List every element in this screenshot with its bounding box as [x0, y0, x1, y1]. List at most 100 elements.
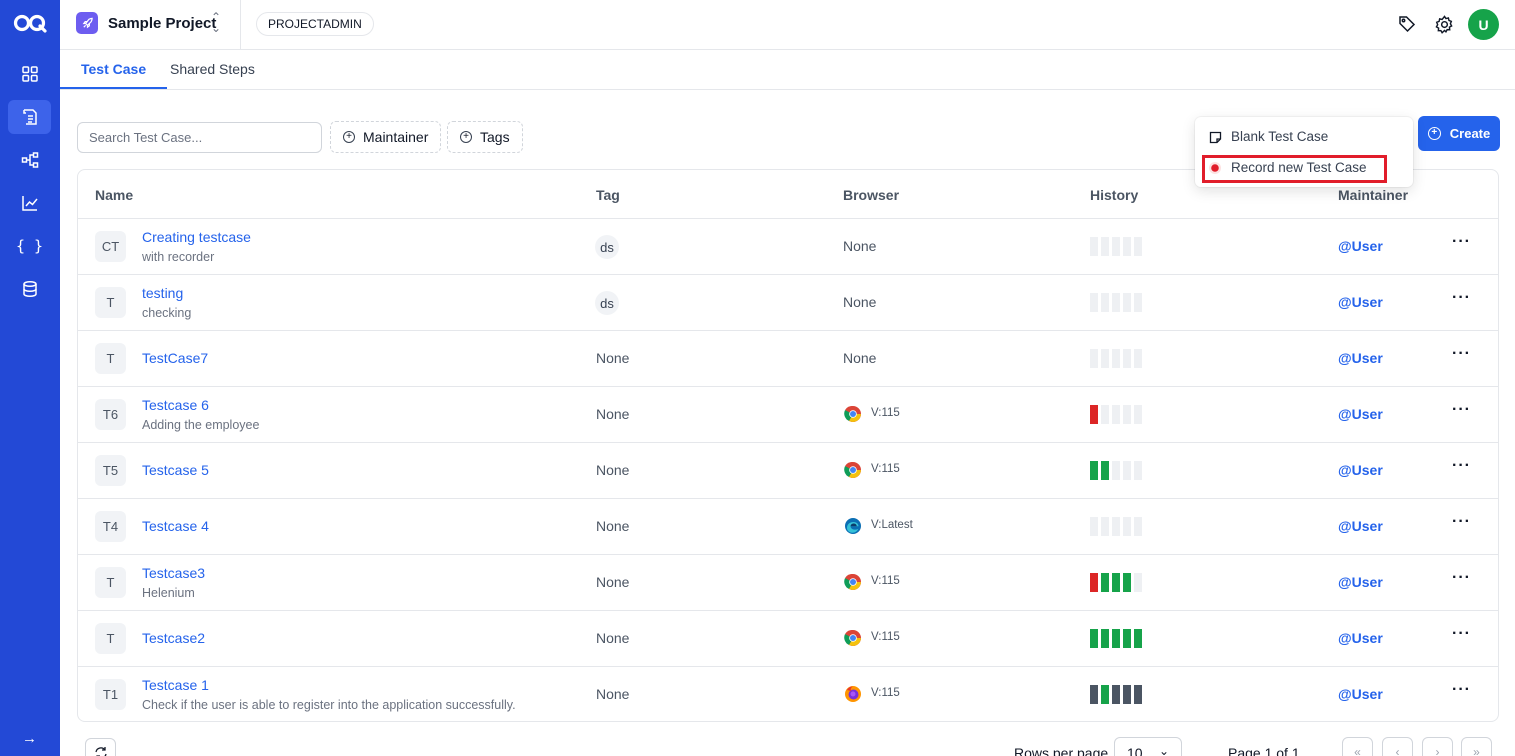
test-case-name-link[interactable]: Creating testcase — [142, 229, 251, 245]
more-options-icon[interactable]: ··· — [1452, 569, 1471, 587]
test-case-name-link[interactable]: Testcase 4 — [142, 518, 209, 534]
project-selector[interactable]: Sample Project — [108, 15, 216, 32]
more-options-icon[interactable]: ··· — [1452, 289, 1471, 307]
history-bar-empty[interactable] — [1090, 293, 1098, 312]
settings-gear-icon[interactable] — [1433, 13, 1455, 35]
more-options-icon[interactable]: ··· — [1452, 457, 1471, 475]
history-bar-empty[interactable] — [1123, 237, 1131, 256]
history-bar-pass[interactable] — [1101, 685, 1109, 704]
maintainer-link[interactable]: @User — [1338, 630, 1383, 646]
history-bar-empty[interactable] — [1112, 237, 1120, 256]
tags-filter-button[interactable]: + Tags — [447, 121, 523, 153]
last-page-button[interactable]: » — [1461, 737, 1492, 756]
create-button[interactable]: + Create — [1418, 116, 1500, 151]
test-case-name-link[interactable]: Testcase 6 — [142, 397, 209, 413]
sidebar-item-reports[interactable] — [8, 186, 51, 220]
history-bar-dark[interactable] — [1123, 685, 1131, 704]
history-bar-dark[interactable] — [1090, 685, 1098, 704]
history-bar-pass[interactable] — [1123, 573, 1131, 592]
tag-chip[interactable]: ds — [595, 235, 619, 259]
more-options-icon[interactable]: ··· — [1452, 625, 1471, 643]
more-options-icon[interactable]: ··· — [1452, 233, 1471, 251]
test-case-name-link[interactable]: TestCase7 — [142, 350, 208, 366]
previous-page-button[interactable]: ‹ — [1382, 737, 1413, 756]
history-bar-empty[interactable] — [1134, 293, 1142, 312]
sidebar-item-variables[interactable]: { } — [8, 229, 51, 263]
history-bar-pass[interactable] — [1123, 629, 1131, 648]
run-history[interactable] — [1090, 629, 1142, 648]
column-header-maintainer[interactable]: Maintainer — [1338, 187, 1408, 203]
history-bar-pass[interactable] — [1101, 461, 1109, 480]
history-bar-empty[interactable] — [1123, 293, 1131, 312]
tag-icon[interactable] — [1396, 13, 1418, 35]
table-row[interactable]: T1 Testcase 1 Check if the user is able to… — [78, 666, 1498, 722]
run-history[interactable] — [1090, 237, 1142, 256]
chevron-up-down-icon[interactable]: ⌃ ⌄ — [210, 11, 222, 34]
history-bar-empty[interactable] — [1134, 237, 1142, 256]
maintainer-link[interactable]: @User — [1338, 574, 1383, 590]
sidebar-expand-button[interactable]: → — [8, 721, 51, 755]
more-options-icon[interactable]: ··· — [1452, 345, 1471, 363]
more-options-icon[interactable]: ··· — [1452, 401, 1471, 419]
run-history[interactable] — [1090, 573, 1142, 592]
test-case-name-link[interactable]: Testcase 5 — [142, 462, 209, 478]
maintainer-link[interactable]: @User — [1338, 406, 1383, 422]
maintainer-link[interactable]: @User — [1338, 518, 1383, 534]
maintainer-link[interactable]: @User — [1338, 350, 1383, 366]
history-bar-pass[interactable] — [1112, 629, 1120, 648]
history-bar-empty[interactable] — [1112, 349, 1120, 368]
table-row[interactable]: T Testcase3 Helenium None V:115 @User ··· — [78, 554, 1498, 610]
sidebar-item-test-cases[interactable] — [8, 100, 51, 134]
history-bar-empty[interactable] — [1090, 349, 1098, 368]
column-header-history[interactable]: History — [1090, 187, 1138, 203]
maintainer-link[interactable]: @User — [1338, 238, 1383, 254]
search-input[interactable] — [77, 122, 322, 153]
refresh-button[interactable] — [85, 738, 116, 756]
history-bar-empty[interactable] — [1112, 405, 1120, 424]
history-bar-dark[interactable] — [1134, 685, 1142, 704]
history-bar-pass[interactable] — [1101, 629, 1109, 648]
maintainer-link[interactable]: @User — [1338, 686, 1383, 702]
history-bar-empty[interactable] — [1090, 517, 1098, 536]
history-bar-empty[interactable] — [1090, 237, 1098, 256]
run-history[interactable] — [1090, 517, 1142, 536]
history-bar-pass[interactable] — [1101, 573, 1109, 592]
test-case-name-link[interactable]: Testcase 1 — [142, 677, 209, 693]
test-case-name-link[interactable]: testing — [142, 285, 183, 301]
table-row[interactable]: T Testcase2 None V:115 @User ··· — [78, 610, 1498, 666]
table-row[interactable]: Ttesting checking ds None @User ··· — [78, 274, 1498, 330]
history-bar-empty[interactable] — [1112, 461, 1120, 480]
history-bar-empty[interactable] — [1123, 517, 1131, 536]
history-bar-pass[interactable] — [1134, 629, 1142, 648]
next-page-button[interactable]: › — [1422, 737, 1453, 756]
app-logo[interactable] — [10, 8, 50, 38]
history-bar-fail[interactable] — [1090, 405, 1098, 424]
test-case-name-link[interactable]: Testcase2 — [142, 630, 205, 646]
tag-chip[interactable]: ds — [595, 291, 619, 315]
table-row[interactable]: T5 Testcase 5 None V:115 @User ··· — [78, 442, 1498, 498]
table-row[interactable]: T TestCase7 None None @User ··· — [78, 330, 1498, 386]
sidebar-item-data[interactable] — [8, 272, 51, 306]
rows-per-page-select[interactable]: 10 ⌄ — [1114, 737, 1182, 756]
sidebar-item-workflow[interactable] — [8, 143, 51, 177]
run-history[interactable] — [1090, 349, 1142, 368]
history-bar-pass[interactable] — [1090, 461, 1098, 480]
history-bar-empty[interactable] — [1134, 349, 1142, 368]
table-row[interactable]: T4 Testcase 4 None V:Latest @User ··· — [78, 498, 1498, 554]
history-bar-empty[interactable] — [1101, 293, 1109, 312]
history-bar-empty[interactable] — [1112, 517, 1120, 536]
run-history[interactable] — [1090, 685, 1142, 704]
history-bar-empty[interactable] — [1123, 461, 1131, 480]
history-bar-empty[interactable] — [1134, 461, 1142, 480]
run-history[interactable] — [1090, 293, 1142, 312]
menu-item-blank-test-case[interactable]: Blank Test Case — [1195, 121, 1413, 151]
column-header-browser[interactable]: Browser — [843, 187, 899, 203]
history-bar-empty[interactable] — [1134, 405, 1142, 424]
user-avatar[interactable]: U — [1468, 9, 1499, 40]
test-case-name-link[interactable]: Testcase3 — [142, 565, 205, 581]
table-row[interactable]: T6 Testcase 6 Adding the employee None V:115… — [78, 386, 1498, 442]
column-header-name[interactable]: Name — [95, 187, 133, 203]
column-header-tag[interactable]: Tag — [596, 187, 620, 203]
history-bar-fail[interactable] — [1090, 573, 1098, 592]
maintainer-link[interactable]: @User — [1338, 462, 1383, 478]
